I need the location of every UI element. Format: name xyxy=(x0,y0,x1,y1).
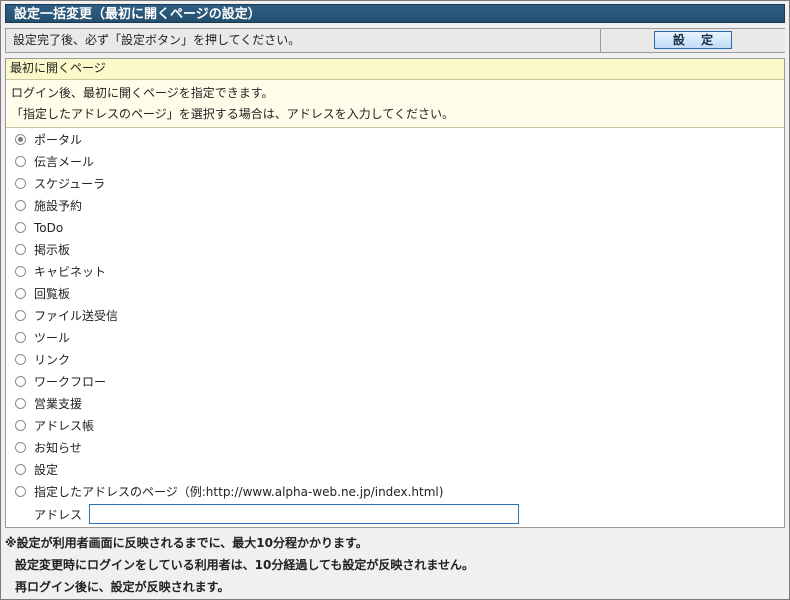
radio-button[interactable] xyxy=(15,178,26,189)
radio-button[interactable] xyxy=(15,486,26,497)
notice-row: 設定完了後、必ず「設定ボタン」を押してください。 設 定 xyxy=(5,28,785,53)
page-option[interactable]: ワークフロー xyxy=(6,371,784,393)
set-button[interactable]: 設 定 xyxy=(654,31,732,49)
page-option[interactable]: キャビネット xyxy=(6,261,784,283)
page-option-label: スケジューラ xyxy=(34,177,106,191)
radio-button[interactable] xyxy=(15,222,26,233)
footer-note: 設定変更時にログインをしている利用者は、10分経過しても設定が反映されません。 xyxy=(15,558,475,572)
settings-window: 設定一括変更（最初に開くページの設定） 設定完了後、必ず「設定ボタン」を押してく… xyxy=(0,0,790,600)
page-option-label: キャビネット xyxy=(34,265,107,279)
page-option-label: ファイル送受信 xyxy=(34,309,119,323)
page-option-label: ワークフロー xyxy=(34,375,107,389)
page-options: ポータル伝言メールスケジューラ 施設予約 ToDo 掲示板キャビネット 回覧板ファイル送… xyxy=(6,128,784,503)
address-label: アドレス xyxy=(34,508,83,522)
radio-button[interactable] xyxy=(15,332,26,343)
page-option[interactable]: 伝言メール xyxy=(6,151,784,173)
page-title: 設定一括変更（最初に開くページの設定） xyxy=(5,4,785,23)
radio-button[interactable] xyxy=(15,266,26,277)
page-option[interactable]: ポータル xyxy=(6,129,784,151)
page-option[interactable]: 施設予約 xyxy=(6,195,784,217)
first-page-section: 最初に開くページ ログイン後、最初に開くページを指定できます。 「指定したアドレ… xyxy=(5,58,785,528)
description-line: ログイン後、最初に開くページを指定できます。 xyxy=(11,86,274,100)
page-option[interactable]: 指定したアドレスのページ（例:http://www.alpha-web.ne.j… xyxy=(6,481,784,503)
page-option[interactable]: リンク xyxy=(6,349,784,371)
radio-button[interactable] xyxy=(15,420,26,431)
page-option[interactable]: スケジューラ xyxy=(6,173,784,195)
radio-button[interactable] xyxy=(15,288,26,299)
radio-button[interactable] xyxy=(15,244,26,255)
page-option[interactable]: 回覧板 xyxy=(6,283,784,305)
page-option[interactable]: アドレス帳 xyxy=(6,415,784,437)
page-option-label: ポータル xyxy=(34,133,83,147)
notice-text: 設定完了後、必ず「設定ボタン」を押してください。 xyxy=(13,33,301,47)
page-option-label: アドレス帳 xyxy=(34,419,95,433)
address-input[interactable] xyxy=(89,504,519,524)
radio-button[interactable] xyxy=(15,310,26,321)
page-option-label: リンク xyxy=(34,353,71,367)
page-option-label: 伝言メール xyxy=(34,155,95,169)
page-option[interactable]: ToDo xyxy=(6,217,784,239)
page-option[interactable]: お知らせ xyxy=(6,437,784,459)
radio-button[interactable] xyxy=(15,442,26,453)
radio-button[interactable] xyxy=(15,200,26,211)
page-option[interactable]: 営業支援 xyxy=(6,393,784,415)
radio-button[interactable] xyxy=(15,398,26,409)
page-option-label: ToDo xyxy=(34,221,64,235)
page-option[interactable]: 設定 xyxy=(6,459,784,481)
submit-cell: 設 定 xyxy=(600,29,785,52)
page-option-label: 設定 xyxy=(34,463,59,477)
page-option[interactable]: ツール xyxy=(6,327,784,349)
radio-button[interactable] xyxy=(15,134,26,145)
section-description: ログイン後、最初に開くページを指定できます。 「指定したアドレスのページ」を選択… xyxy=(6,80,784,128)
page-option-label: 掲示板 xyxy=(34,243,71,257)
section-title: 最初に開くページ xyxy=(6,59,784,80)
radio-button[interactable] xyxy=(15,376,26,387)
radio-button[interactable] xyxy=(15,464,26,475)
page-option-label: 回覧板 xyxy=(34,287,71,301)
radio-button[interactable] xyxy=(15,354,26,365)
footer-note: ※設定が利用者画面に反映されるまでに、最大10分程かかります。 xyxy=(5,536,368,550)
address-row: アドレス xyxy=(6,503,784,525)
page-option-label: お知らせ xyxy=(34,441,82,455)
description-line: 「指定したアドレスのページ」を選択する場合は、アドレスを入力してください。 xyxy=(11,107,455,121)
footer-note: 再ログイン後に、設定が反映されます。 xyxy=(15,580,230,594)
page-option-label: 営業支援 xyxy=(34,397,83,411)
radio-button[interactable] xyxy=(15,156,26,167)
page-option-label: 指定したアドレスのページ（例:http://www.alpha-web.ne.j… xyxy=(34,485,444,499)
page-option-label: ツール xyxy=(34,331,71,345)
page-option[interactable]: ファイル送受信 xyxy=(6,305,784,327)
page-option[interactable]: 掲示板 xyxy=(6,239,784,261)
page-option-label: 施設予約 xyxy=(34,199,83,213)
footer-notes: ※設定が利用者画面に反映されるまでに、最大10分程かかります。 設定変更時にログ… xyxy=(5,532,785,598)
